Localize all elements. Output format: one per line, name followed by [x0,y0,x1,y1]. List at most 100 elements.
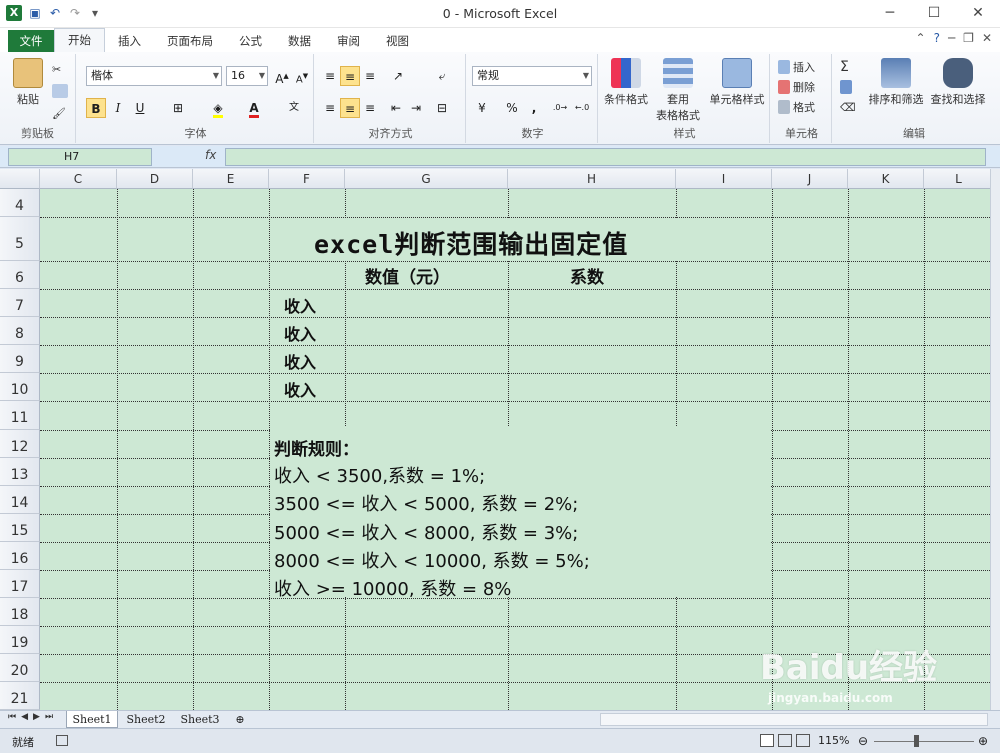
row-header[interactable]: 19 [0,626,40,654]
sheet-tab-sheet3[interactable]: Sheet3 [174,711,226,728]
col-header-g[interactable]: G [345,169,508,189]
page-layout-view-icon[interactable] [778,734,792,747]
doc-restore-icon[interactable]: ❐ [963,31,974,45]
col-header-c[interactable]: C [40,169,117,189]
row-header[interactable]: 11 [0,401,40,430]
align-top-button[interactable]: ≡ [320,66,340,86]
copy-button[interactable] [52,82,68,100]
sheet-tab-sheet2[interactable]: Sheet2 [120,711,172,728]
row-header[interactable]: 6 [0,261,40,289]
italic-button[interactable]: I [108,98,128,118]
tab-data[interactable]: 数据 [275,30,324,52]
worksheet-grid[interactable]: C D E F G H I J K L 4 5 6 7 8 9 10 11 12 13 14 15 16… [0,169,990,710]
select-all-corner[interactable] [0,169,40,189]
merge-center-button[interactable]: ⊟ [432,98,452,118]
col-header-h[interactable]: H [508,169,676,189]
row-header[interactable]: 18 [0,598,40,626]
row-header[interactable]: 14 [0,486,40,514]
shrink-font-button[interactable]: A▼ [292,66,312,86]
phonetic-button[interactable]: 文 [284,98,304,118]
col-header-i[interactable]: I [676,169,772,189]
format-painter-button[interactable]: 🖌 [52,104,66,122]
borders-button[interactable]: ⊞ [168,98,188,118]
col-header-d[interactable]: D [117,169,193,189]
decrease-indent-button[interactable]: ⇤ [386,98,406,118]
autosum-button[interactable]: Σ [840,58,849,76]
fill-color-button[interactable]: ◈ [208,98,228,118]
macro-record-icon[interactable] [56,735,68,746]
row-header[interactable]: 20 [0,654,40,682]
delete-cells-button[interactable]: 删除 [778,78,815,96]
tab-formulas[interactable]: 公式 [226,30,275,52]
col-header-f[interactable]: F [269,169,345,189]
row-header[interactable]: 21 [0,682,40,710]
row-header[interactable]: 10 [0,373,40,401]
formula-input[interactable] [225,148,986,166]
tab-view[interactable]: 视图 [373,30,422,52]
align-center-button[interactable]: ≡ [340,98,360,118]
row-header[interactable]: 15 [0,514,40,542]
zoom-slider[interactable] [874,741,974,742]
col-header-j[interactable]: J [772,169,848,189]
next-sheet-icon[interactable]: ▶ [33,712,40,722]
format-cells-button[interactable]: 格式 [778,98,815,116]
row-header[interactable]: 13 [0,458,40,486]
col-header-e[interactable]: E [193,169,269,189]
fx-button[interactable]: fx [205,148,216,162]
decrease-decimal-button[interactable]: ←.0 [572,98,592,118]
align-right-button[interactable]: ≡ [360,98,380,118]
clear-button[interactable]: ⌫ [840,98,856,116]
percent-button[interactable]: % [502,98,522,118]
row-header[interactable]: 17 [0,570,40,598]
font-name-select[interactable]: 楷体 ▼ [86,66,222,86]
wrap-text-button[interactable]: ⤶ [432,66,452,86]
format-as-table-button[interactable]: 套用 表格格式 [650,58,706,123]
zoom-in-icon[interactable]: ⊕ [978,734,988,748]
row-header[interactable]: 12 [0,430,40,458]
help-icon[interactable]: ? [934,31,940,45]
prev-sheet-icon[interactable]: ◀ [21,712,28,722]
normal-view-icon[interactable] [760,734,774,747]
insert-cells-button[interactable]: 插入 [778,58,815,76]
tab-review[interactable]: 审阅 [324,30,373,52]
find-select-button[interactable]: 查找和选择 [928,58,988,107]
tab-insert[interactable]: 插入 [105,30,154,52]
sort-filter-button[interactable]: 排序和筛选 [866,58,926,107]
orientation-button[interactable]: ↗ [388,66,408,86]
page-break-view-icon[interactable] [796,734,810,747]
align-middle-button[interactable]: ≡ [340,66,360,86]
number-format-select[interactable]: 常规 ▼ [472,66,592,86]
zoom-level[interactable]: 115% [818,734,849,747]
bold-button[interactable]: B [86,98,106,118]
close-button[interactable]: ✕ [956,0,1000,28]
col-header-k[interactable]: K [848,169,924,189]
underline-button[interactable]: U [130,98,150,118]
font-size-select[interactable]: 16 ▼ [226,66,268,86]
row-header[interactable]: 9 [0,345,40,373]
col-header-l[interactable]: L [924,169,990,189]
grow-font-button[interactable]: A▲ [272,66,292,86]
last-sheet-icon[interactable]: ⏭ [45,712,53,722]
conditional-format-button[interactable]: 条件格式 [600,58,652,107]
minimize-button[interactable]: ─ [868,0,912,28]
cut-button[interactable]: ✂ [52,60,61,78]
zoom-slider-thumb[interactable] [914,735,919,747]
doc-minimize-icon[interactable]: ─ [948,31,955,45]
align-left-button[interactable]: ≡ [320,98,340,118]
align-bottom-button[interactable]: ≡ [360,66,380,86]
vertical-scrollbar[interactable] [990,169,1000,710]
zoom-out-icon[interactable]: ⊖ [858,734,868,748]
first-sheet-icon[interactable]: ⏮ [8,712,16,722]
comma-button[interactable]: , [524,98,544,118]
insert-sheet-icon[interactable]: ⊕ [230,711,250,728]
row-header[interactable]: 4 [0,189,40,217]
tab-page-layout[interactable]: 页面布局 [154,30,226,52]
fill-button[interactable] [840,78,852,96]
row-header[interactable]: 8 [0,317,40,345]
cell-styles-button[interactable]: 单元格样式 [706,58,768,107]
row-header[interactable]: 5 [0,217,40,261]
tab-home[interactable]: 开始 [54,28,105,52]
maximize-button[interactable]: ☐ [912,0,956,28]
tab-file[interactable]: 文件 [8,30,54,52]
paste-button[interactable]: 粘贴 [8,58,48,107]
